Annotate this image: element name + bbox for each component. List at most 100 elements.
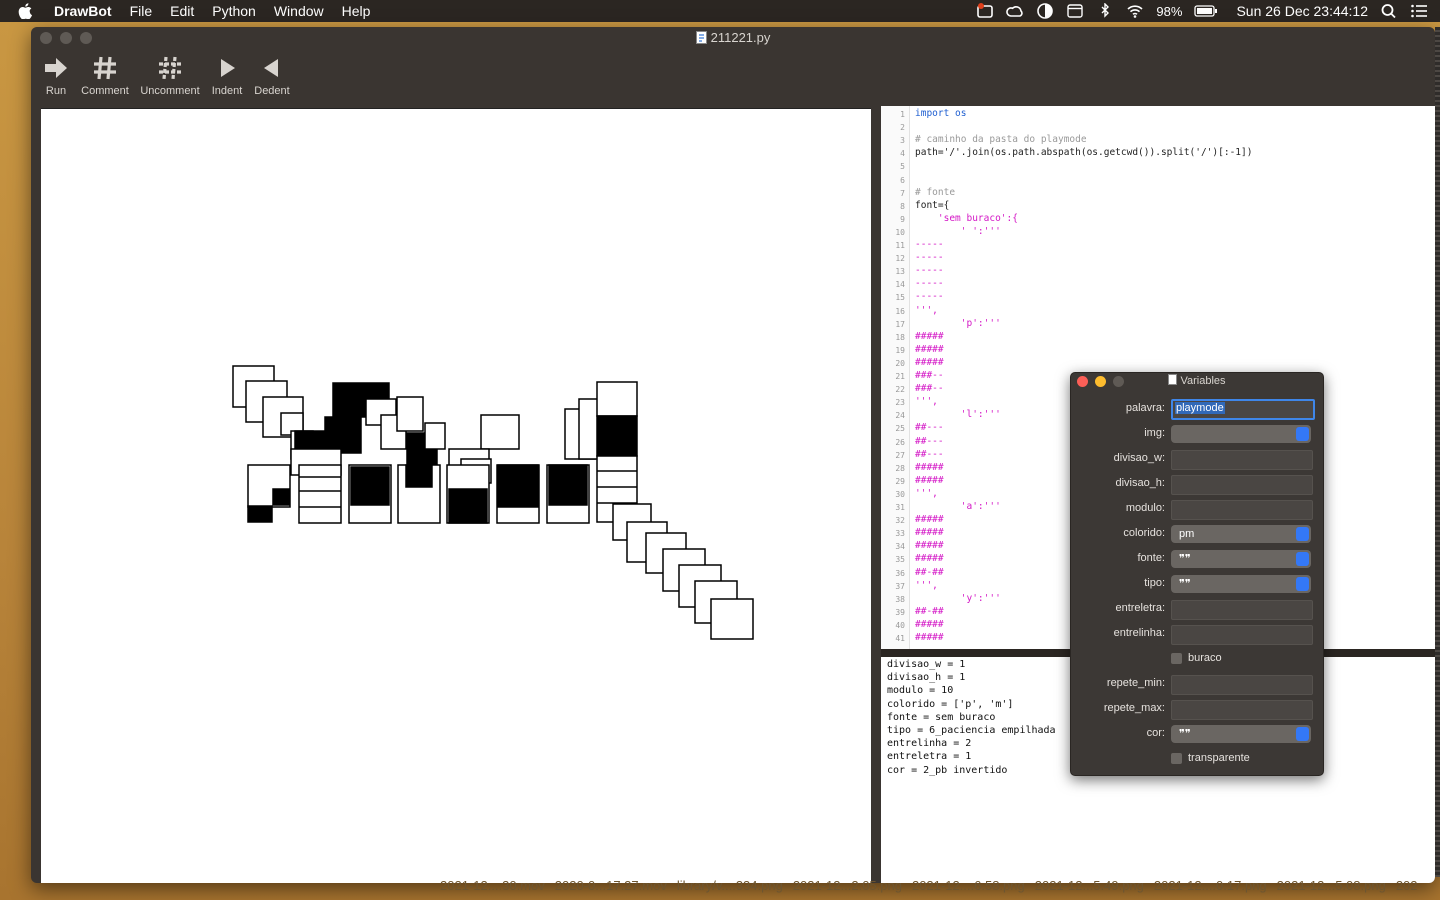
spotlight-search-icon[interactable] <box>1380 3 1398 19</box>
line-number: 36 <box>895 568 905 578</box>
code-line: ##### <box>915 474 944 486</box>
output-line: divisao_h = 1 <box>887 672 966 684</box>
close-button[interactable] <box>40 32 52 44</box>
code-line: ##### <box>915 540 944 552</box>
code-line: path='/'.join(os.path.abspath(os.getcwd(… <box>915 147 1253 159</box>
menu-bar: DrawBot File Edit Python Window Help 98%… <box>0 0 1440 22</box>
output-line: tipo = 6_paciencia empilhada <box>887 725 1056 736</box>
entrelinha-field[interactable] <box>1171 625 1313 645</box>
ap-status-icon[interactable] <box>976 3 994 19</box>
variables-zoom-button[interactable] <box>1113 376 1124 387</box>
fonte-popup[interactable]: ❞❞ <box>1171 550 1311 568</box>
line-number: 27 <box>895 450 905 460</box>
output-line: fonte = sem buraco <box>887 711 996 723</box>
menu-window[interactable]: Window <box>274 0 324 22</box>
cor-popup[interactable]: ❞❞ <box>1171 725 1311 743</box>
modulo-field[interactable] <box>1171 500 1313 520</box>
popup-chevron-icon <box>1296 527 1309 541</box>
code-line: ##### <box>915 343 944 355</box>
popup-chevron-icon <box>1296 577 1309 591</box>
palavra-input[interactable]: playmode <box>1171 399 1315 420</box>
desktop-file-label[interactable]: 2021-12...5.49.png <box>1035 878 1144 900</box>
transparente-checkbox[interactable] <box>1171 753 1182 764</box>
code-line: ----- <box>915 239 944 250</box>
indent-triangle-icon <box>221 59 235 77</box>
menu-python[interactable]: Python <box>212 0 256 22</box>
line-number: 30 <box>895 489 905 499</box>
minimize-button[interactable] <box>60 32 72 44</box>
code-line: font={ <box>915 199 950 211</box>
bluetooth-icon[interactable] <box>1096 3 1114 19</box>
half-circle-icon[interactable] <box>1036 3 1054 19</box>
divisao-w-label: divisao_w: <box>1113 452 1165 464</box>
uncomment-hash-icon <box>159 56 181 80</box>
wifi-icon[interactable] <box>1126 3 1144 19</box>
entreletra-label: entreletra: <box>1115 602 1165 614</box>
variables-close-button[interactable] <box>1077 376 1088 387</box>
dedent-label: Dedent <box>254 85 290 97</box>
desktop-file-label[interactable]: 2021-12....6.58.png <box>912 878 1025 900</box>
code-line: ##### <box>915 330 944 342</box>
canvas-drawing <box>232 365 754 640</box>
notification-center-icon[interactable] <box>1410 3 1428 19</box>
line-number: 22 <box>895 385 905 395</box>
desktop-file-label[interactable]: 2021-12....30.mov <box>440 878 545 900</box>
line-number: 34 <box>895 542 905 552</box>
code-line: 'sem buraco':{ <box>915 212 1018 224</box>
line-number: 19 <box>895 345 905 355</box>
battery-charging-icon[interactable] <box>1194 3 1218 19</box>
tipo-popup[interactable]: ❞❞ <box>1171 575 1311 593</box>
buraco-checkbox[interactable] <box>1171 653 1182 664</box>
desktop-file-label[interactable]: library/v....334.png <box>677 878 783 900</box>
clock[interactable]: Sun 26 Dec 23:44:12 <box>1236 3 1368 19</box>
vertical-split-divider[interactable] <box>871 105 881 883</box>
line-number: 37 <box>895 581 905 591</box>
menu-app-name[interactable]: DrawBot <box>54 0 112 22</box>
img-popup[interactable] <box>1171 425 1311 443</box>
code-line: ##--- <box>915 435 944 447</box>
fonte-value: ❞❞ <box>1179 553 1191 565</box>
colorido-popup[interactable]: pm <box>1171 525 1311 543</box>
output-line: modulo = 10 <box>887 685 954 697</box>
desktop-file-label[interactable]: 2021-12...2.05.png <box>793 878 902 900</box>
menu-help[interactable]: Help <box>342 0 371 22</box>
run-button[interactable]: Run <box>39 55 73 97</box>
code-line: ##-## <box>915 605 944 617</box>
comment-button[interactable]: Comment <box>77 55 133 97</box>
creative-cloud-icon[interactable] <box>1006 3 1024 19</box>
divisao-h-field[interactable] <box>1171 475 1313 495</box>
tipo-label: tipo: <box>1144 577 1165 589</box>
zoom-button[interactable] <box>80 32 92 44</box>
desktop-file-label[interactable]: 2021-12....0.17.png <box>1154 878 1267 900</box>
menu-file[interactable]: File <box>130 0 153 22</box>
repete-max-field[interactable] <box>1171 700 1313 720</box>
drawing-canvas[interactable] <box>41 108 871 883</box>
indent-button[interactable]: Indent <box>207 55 247 97</box>
divisao-h-label: divisao_h: <box>1115 477 1165 489</box>
window-titlebar[interactable]: 211221.py <box>31 27 1435 51</box>
python-file-icon <box>695 31 707 44</box>
uncomment-button[interactable]: Uncomment <box>137 55 203 97</box>
desktop-file-label[interactable]: 2021-12...5.08.png <box>1277 878 1386 900</box>
variables-minimize-button[interactable] <box>1095 376 1106 387</box>
status-menu-area: 98% Sun 26 Dec 23:44:12 <box>976 0 1428 22</box>
calendar-icon[interactable] <box>1066 3 1084 19</box>
code-line: ##### <box>915 356 944 368</box>
line-number: 8 <box>900 201 905 211</box>
apple-icon[interactable] <box>18 3 32 19</box>
dedent-button[interactable]: Dedent <box>251 55 293 97</box>
desktop-file-label[interactable]: 202 <box>1396 878 1418 900</box>
repete-min-field[interactable] <box>1171 675 1313 695</box>
line-number: 14 <box>895 280 905 290</box>
desktop-file-label[interactable]: 2020-0...17.27.mov <box>555 878 667 900</box>
divisao-w-field[interactable] <box>1171 450 1313 470</box>
line-number: 25 <box>895 424 905 434</box>
line-number: 3 <box>900 136 905 146</box>
entreletra-field[interactable] <box>1171 600 1313 620</box>
colorido-value: pm <box>1179 528 1195 540</box>
code-line: ###-- <box>915 383 944 395</box>
line-number: 9 <box>900 214 905 224</box>
code-line: ##### <box>915 461 944 473</box>
menu-edit[interactable]: Edit <box>170 0 194 22</box>
variables-titlebar[interactable]: Variables <box>1071 373 1323 389</box>
